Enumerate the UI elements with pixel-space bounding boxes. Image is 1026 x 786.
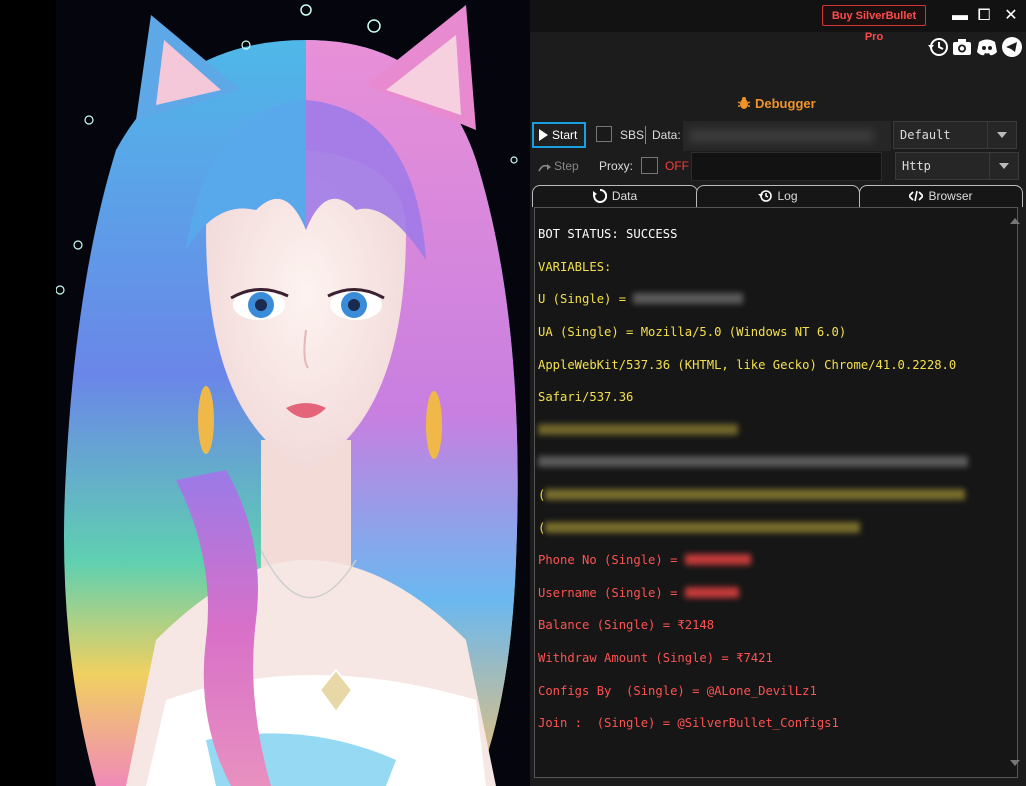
debugger-title: Debugger xyxy=(737,96,816,111)
tab-log[interactable]: Log xyxy=(696,185,860,207)
paren-text: ( xyxy=(538,488,546,503)
redacted-value xyxy=(633,293,744,305)
left-margin xyxy=(0,0,56,786)
var-ua-line-2: AppleWebKit/537.36 (KHTML, like Gecko) C… xyxy=(538,357,957,372)
redacted-data xyxy=(689,129,874,143)
divider xyxy=(645,126,646,144)
debugger-title-text: Debugger xyxy=(755,96,816,111)
join-line: Join : (Single) = @SilverBullet_Configs1 xyxy=(538,716,839,731)
scroll-down-arrow[interactable] xyxy=(1010,760,1020,766)
start-label: Start xyxy=(552,128,578,142)
sbs-checkbox[interactable] xyxy=(596,126,612,142)
anime-girl-illustration xyxy=(56,0,530,786)
minimize-icon[interactable]: ▬ xyxy=(950,6,970,26)
buy-pro-button[interactable]: Buy SilverBullet Pro xyxy=(822,5,926,43)
redacted-line: ( xyxy=(538,520,1014,536)
scroll-up-arrow[interactable] xyxy=(1010,218,1020,224)
redacted-value xyxy=(684,554,751,566)
bug-icon xyxy=(737,96,751,110)
redacted-value xyxy=(545,489,966,501)
tab-log-label: Log xyxy=(777,189,798,203)
silverbullet-window: Buy SilverBullet Pro ▬ ⧠ ✕ Debugger Star… xyxy=(530,0,1026,786)
var-ua-line-1: UA (Single) = Mozilla/5.0 (Windows NT 6.… xyxy=(538,325,847,340)
proxy-type-select[interactable]: Http xyxy=(895,152,1019,180)
proxy-type-value: Http xyxy=(902,159,931,173)
chevron-down-icon[interactable] xyxy=(989,153,1018,179)
username-text: Username (Single) = xyxy=(538,585,685,600)
tab-data[interactable]: Data xyxy=(532,185,698,207)
tab-browser-label: Browser xyxy=(928,189,973,203)
data-input[interactable] xyxy=(683,121,891,151)
play-icon xyxy=(539,129,548,141)
username-line: Username (Single) = xyxy=(538,585,1014,601)
code-icon xyxy=(908,189,925,203)
refresh-icon xyxy=(592,188,607,203)
variables-header: VARIABLES: xyxy=(538,259,612,274)
chevron-down-icon[interactable] xyxy=(987,122,1016,148)
bot-status-line: BOT STATUS: SUCCESS xyxy=(538,227,678,242)
balance-line: Balance (Single) = ₹2148 xyxy=(538,618,715,633)
data-label: Data: xyxy=(652,128,681,142)
redacted-value xyxy=(684,586,739,598)
start-button[interactable]: Start xyxy=(532,122,586,148)
tab-data-label: Data xyxy=(611,189,638,203)
redacted-line xyxy=(538,422,1014,438)
paren-text: ( xyxy=(538,520,546,535)
var-ua-line-3: Safari/537.36 xyxy=(538,390,634,405)
step-icon xyxy=(538,159,552,173)
config-select-value: Default xyxy=(900,128,951,142)
configs-by-line: Configs By (Single) = @ALone_DevilLz1 xyxy=(538,683,817,698)
redacted-value xyxy=(538,456,968,468)
proxy-input[interactable] xyxy=(691,152,882,181)
telegram-icon[interactable] xyxy=(1001,36,1023,58)
debugger-output[interactable]: BOT STATUS: SUCCESS VARIABLES: U (Single… xyxy=(534,207,1018,778)
discord-icon[interactable] xyxy=(976,36,998,58)
redacted-value xyxy=(538,423,738,435)
phone-line: Phone No (Single) = xyxy=(538,552,1014,568)
var-u-line: U (Single) = xyxy=(538,291,1014,307)
proxy-state: OFF xyxy=(665,159,689,173)
sbs-label: SBS xyxy=(620,128,645,142)
maximize-icon[interactable]: ⧠ xyxy=(974,6,994,26)
history-icon[interactable] xyxy=(927,36,949,58)
redacted-line: ( xyxy=(538,487,1014,503)
phone-text: Phone No (Single) = xyxy=(538,553,685,568)
close-icon[interactable]: ✕ xyxy=(1001,6,1021,26)
history-icon xyxy=(758,189,773,203)
var-u-text: U (Single) = xyxy=(538,292,634,307)
step-label: Step xyxy=(554,159,579,173)
config-select[interactable]: Default xyxy=(893,121,1017,149)
camera-icon[interactable] xyxy=(951,36,973,58)
withdraw-line: Withdraw Amount (Single) = ₹7421 xyxy=(538,651,773,666)
proxy-checkbox[interactable] xyxy=(641,157,658,174)
tab-browser[interactable]: Browser xyxy=(859,185,1023,207)
step-button[interactable]: Step xyxy=(534,154,586,178)
redacted-value xyxy=(545,521,861,533)
redacted-line xyxy=(538,454,1014,470)
proxy-label: Proxy: xyxy=(599,159,634,173)
title-bar: Buy SilverBullet Pro ▬ ⧠ ✕ xyxy=(530,0,1026,43)
